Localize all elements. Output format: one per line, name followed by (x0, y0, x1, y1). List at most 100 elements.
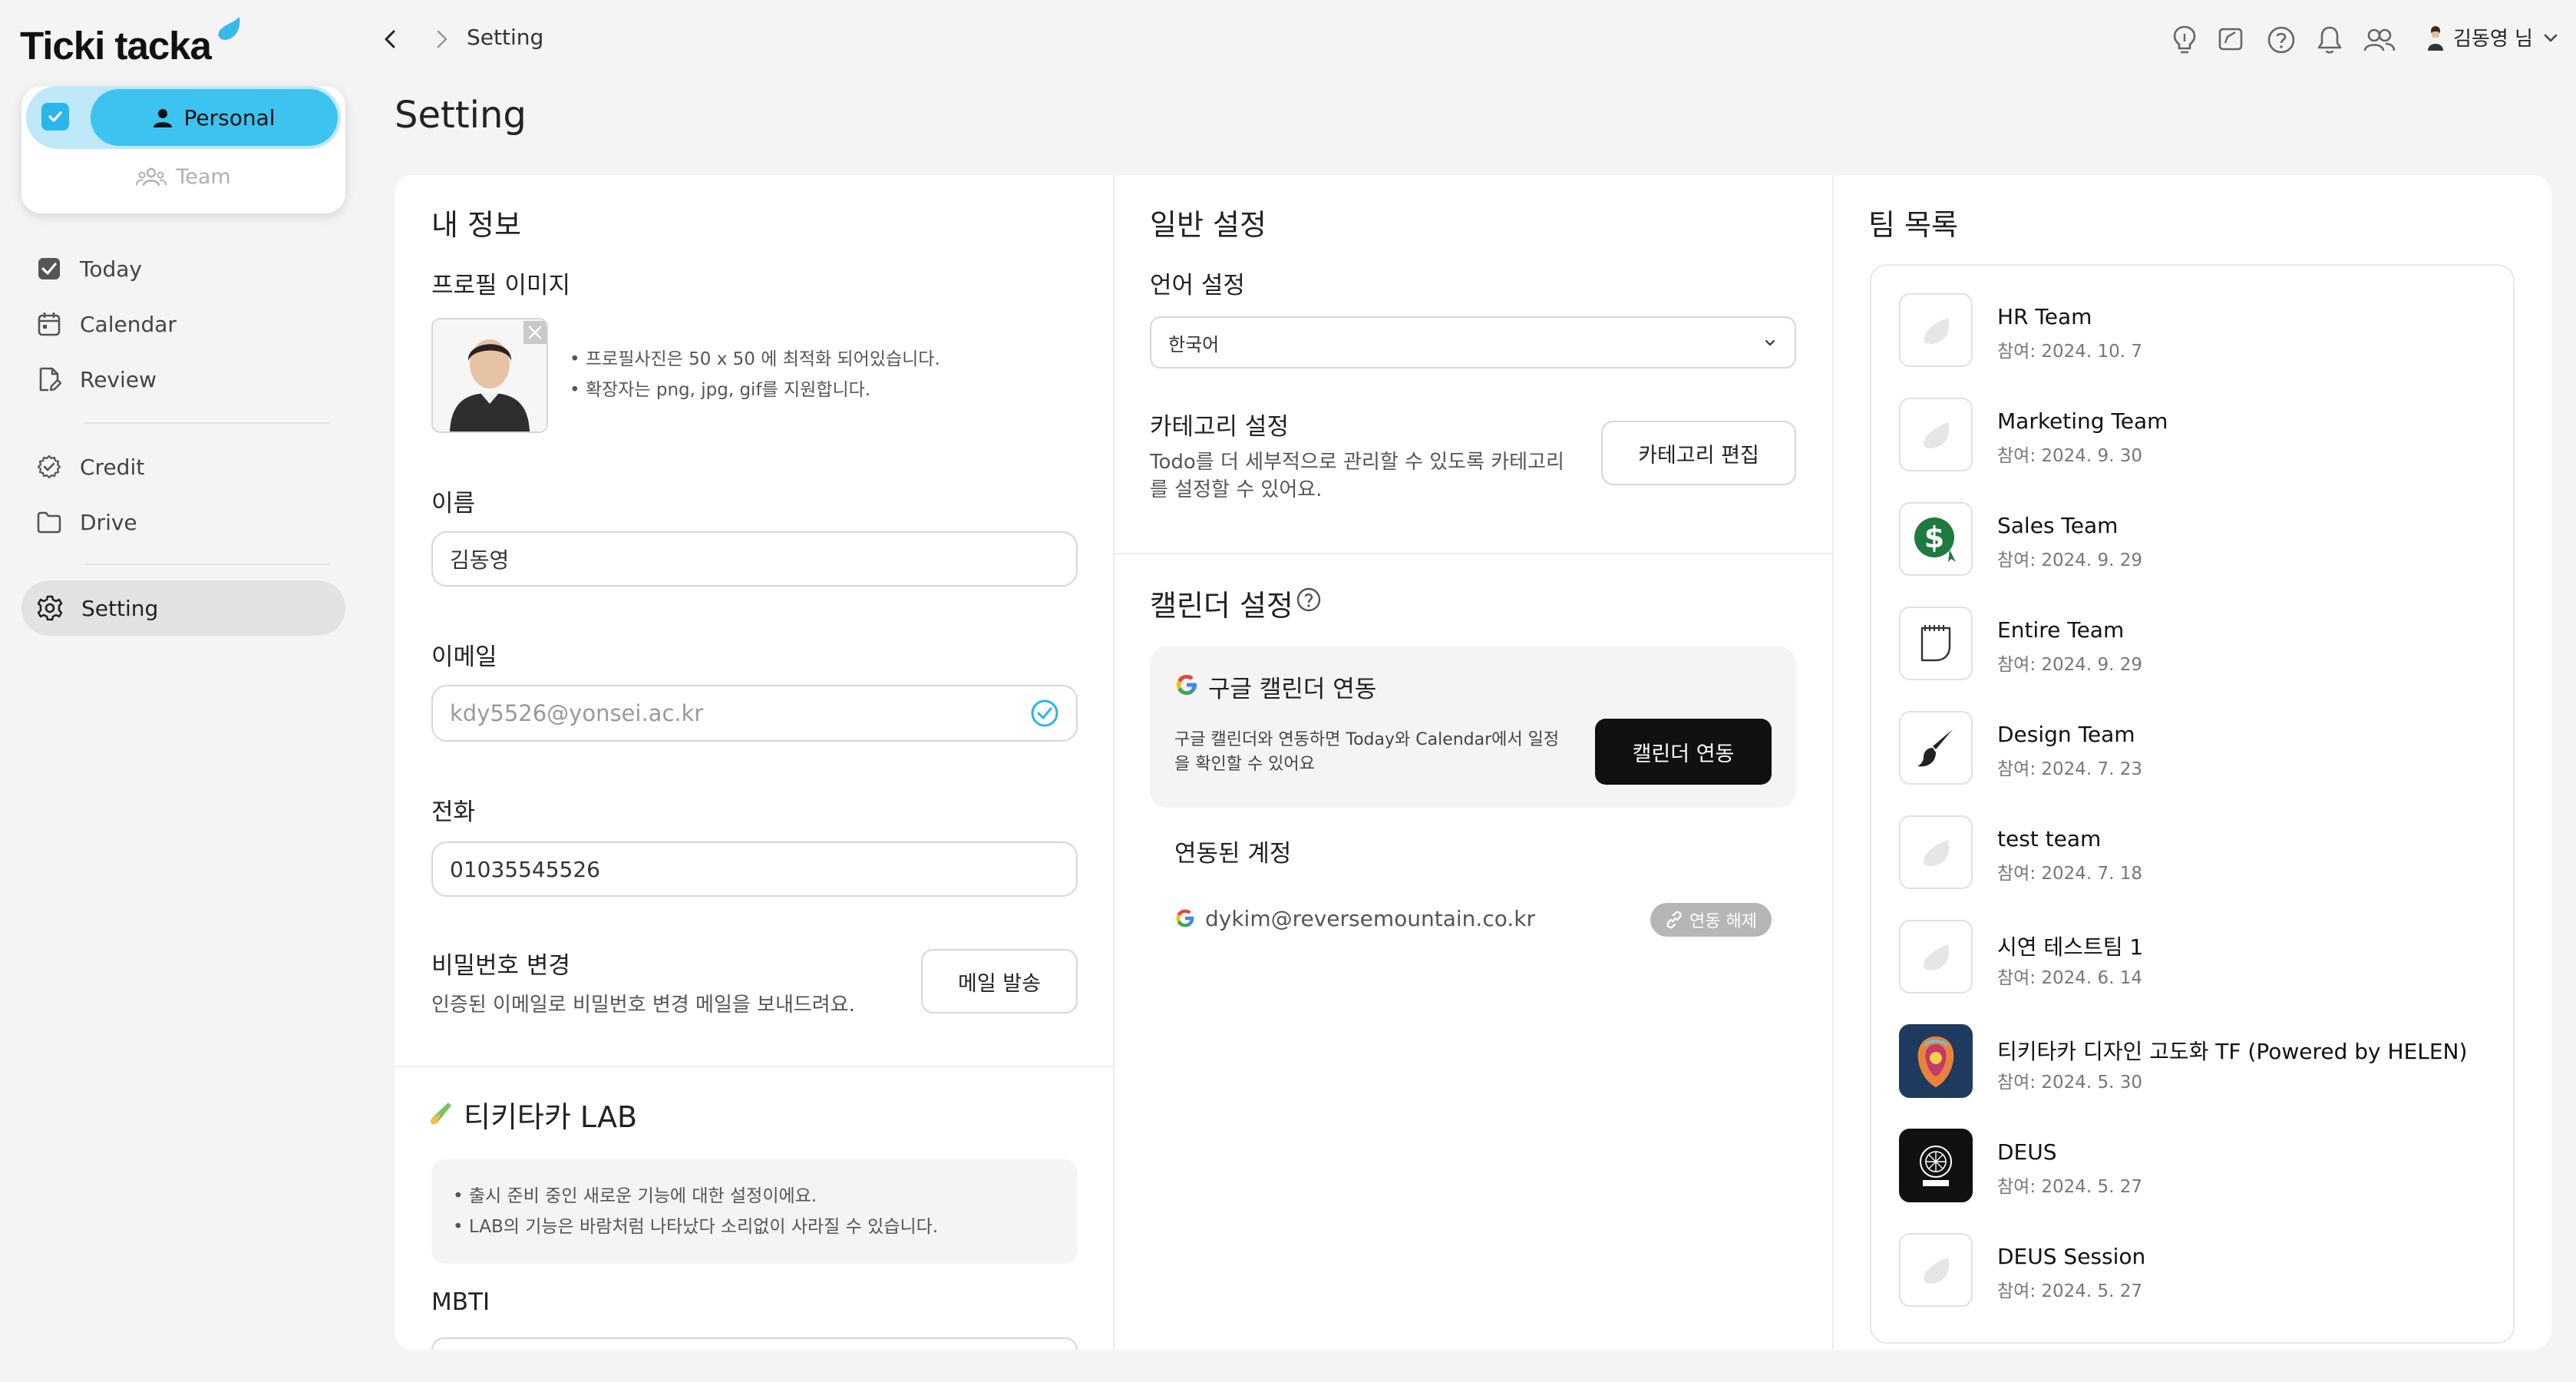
general-section-title: 일반 설정 (1150, 208, 1267, 242)
bell-icon[interactable] (2315, 25, 2344, 55)
email-input[interactable]: kdy5526@yonsei.ac.kr (431, 685, 1078, 742)
team-join-date: 참여: 2024. 9. 30 (1997, 446, 2143, 466)
verified-check-icon (1031, 699, 1058, 727)
team-join-date: 참여: 2024. 9. 29 (1997, 655, 2143, 675)
lightbulb-icon[interactable] (2171, 25, 2198, 55)
close-icon (528, 326, 542, 339)
password-description: 인증된 이메일로 비밀번호 변경 메일을 보내드려요. (431, 994, 855, 1017)
review-icon (39, 367, 61, 392)
people-icon[interactable] (2363, 25, 2396, 55)
phone-input[interactable]: 01035545526 (431, 841, 1078, 897)
team-name: DEUS (1997, 1139, 2057, 1165)
help-icon[interactable] (1296, 587, 1322, 613)
remove-image-button[interactable] (523, 321, 547, 344)
password-label: 비밀번호 변경 (431, 952, 570, 980)
profile-image-note: 프로필사진은 50 x 50 에 최적화 되어있습니다. (585, 349, 940, 369)
sidebar-item-label: Today (80, 256, 142, 282)
team-join-date: 참여: 2024. 9. 29 (1997, 550, 2143, 570)
user-name: 김동영 님 (2453, 28, 2533, 51)
team-item-sales[interactable]: $ Sales Team 참여: 2024. 9. 29 (1899, 502, 2528, 576)
team-item-demo-test[interactable]: 시연 테스트팀 1 참여: 2024. 6. 14 (1899, 920, 2528, 994)
sidebar-item-credit[interactable]: Credit (21, 439, 345, 494)
team-join-date: 참여: 2024. 6. 14 (1997, 968, 2143, 988)
back-chevron-icon[interactable] (379, 28, 402, 51)
team-item-deus[interactable]: DEUS 참여: 2024. 5. 27 (1899, 1129, 2528, 1202)
calendar-icon (38, 312, 61, 336)
category-label: 카테고리 설정 (1150, 413, 1289, 441)
workspace-team-button[interactable]: Team (21, 160, 345, 193)
team-item-design[interactable]: Design Team 참여: 2024. 7. 23 (1899, 711, 2528, 785)
sidebar-divider (84, 564, 330, 565)
google-calendar-description-line: 구글 캘린더와 연동하면 Today와 Calendar에서 일정 (1174, 730, 1560, 749)
section-divider (1113, 553, 1832, 554)
team-name: test team (1997, 826, 2102, 851)
team-item-entire[interactable]: Entire Team 참여: 2024. 9. 29 (1899, 607, 2528, 680)
sidebar-item-setting[interactable]: Setting (21, 580, 345, 636)
forward-chevron-icon[interactable] (430, 28, 453, 51)
test-tube-icon (430, 1103, 451, 1125)
gear-icon (37, 595, 63, 621)
sidebar-item-label: Calendar (80, 311, 177, 337)
connect-calendar-button[interactable]: 캘린더 연동 (1595, 719, 1772, 785)
google-icon (1177, 675, 1197, 695)
name-input[interactable]: 김동영 (431, 531, 1078, 587)
user-menu[interactable]: 김동영 님 (2427, 23, 2559, 51)
team-join-date: 참여: 2024. 7. 23 (1997, 759, 2143, 779)
team-default-icon (1899, 920, 1973, 994)
google-icon (1176, 909, 1194, 927)
team-name: Sales Team (1997, 513, 2119, 538)
mbti-select[interactable] (431, 1337, 1078, 1350)
sidebar-item-review[interactable]: Review (21, 352, 345, 407)
avatar (2428, 25, 2443, 51)
category-description: Todo를 더 세부적으로 관리할 수 있도록 카테고리 를 설정할 수 있어요… (1150, 448, 1564, 504)
language-label: 언어 설정 (1150, 272, 1245, 299)
team-item-marketing[interactable]: Marketing Team 참여: 2024. 9. 30 (1899, 398, 2528, 471)
checkbox-icon (38, 258, 60, 279)
sidebar-item-today[interactable]: Today (21, 241, 345, 296)
profile-section-title: 내 정보 (431, 208, 521, 242)
sidebar-item-drive[interactable]: Drive (21, 494, 345, 550)
team-default-icon (1899, 1233, 1973, 1307)
team-join-date: 참여: 2024. 5. 27 (1997, 1177, 2143, 1197)
team-item-design-tf[interactable]: 티키타카 디자인 고도화 TF (Powered by HELEN) 참여: 2… (1899, 1024, 2528, 1098)
breadcrumb: Setting (467, 25, 544, 50)
team-name: HR Team (1997, 304, 2092, 329)
category-edit-button[interactable]: 카테고리 편집 (1601, 421, 1796, 485)
workspace-toggle[interactable]: Personal (26, 86, 341, 149)
calendar-section-title: 캘린더 설정 (1150, 589, 1293, 623)
sidebar-item-label: Setting (81, 595, 159, 621)
send-mail-button[interactable]: 메일 발송 (921, 949, 1078, 1013)
unlink-account-label: 연동 해제 (1689, 912, 1757, 931)
page-title: Setting (395, 94, 527, 137)
lab-title: 티키타카 LAB (464, 1100, 638, 1134)
team-item-test[interactable]: test team 참여: 2024. 7. 18 (1899, 815, 2528, 889)
sidebar-item-calendar[interactable]: Calendar (21, 296, 345, 352)
app-logo[interactable]: Ticki tacka (20, 23, 212, 68)
sidebar-item-label: Review (80, 366, 157, 392)
linked-accounts-label: 연동된 계정 (1174, 840, 1292, 868)
teams-section-title: 팀 목록 (1868, 208, 1958, 242)
dollar-icon: $ (1899, 502, 1973, 576)
google-calendar-description: 구글 캘린더와 연동하면 Today와 Calendar에서 일정 을 확인할 … (1174, 728, 1559, 777)
workspace-personal-button[interactable]: Personal (91, 89, 338, 146)
unlink-account-button[interactable]: 연동 해제 (1650, 903, 1772, 937)
linked-account-email: dykim@reversemountain.co.kr (1205, 906, 1535, 931)
credit-icon (37, 455, 61, 479)
team-join-date: 참여: 2024. 7. 18 (1997, 864, 2143, 884)
feedback-icon[interactable] (2217, 25, 2244, 55)
column-divider (1113, 175, 1115, 1350)
team-item-hr[interactable]: HR Team 참여: 2024. 10. 7 (1899, 293, 2528, 367)
google-calendar-title: 구글 캘린더 연동 (1208, 676, 1377, 703)
help-icon[interactable] (2266, 25, 2297, 55)
profile-image[interactable] (431, 318, 548, 433)
team-default-icon (1899, 293, 1973, 367)
team-name: Marketing Team (1997, 408, 2168, 434)
workspace-team-label: Team (176, 164, 231, 189)
sidebar-item-label: Drive (80, 509, 137, 535)
email-value: kdy5526@yonsei.ac.kr (450, 700, 704, 726)
team-name: Design Team (1997, 722, 2135, 747)
language-select[interactable]: 한국어 (1150, 316, 1796, 369)
lab-notes: • 출시 준비 중인 새로운 기능에 대한 설정이에요. • LAB의 기능은 … (431, 1159, 1078, 1264)
team-item-deus-session[interactable]: DEUS Session 참여: 2024. 5. 27 (1899, 1233, 2528, 1307)
deus-logo-icon (1899, 1129, 1973, 1202)
